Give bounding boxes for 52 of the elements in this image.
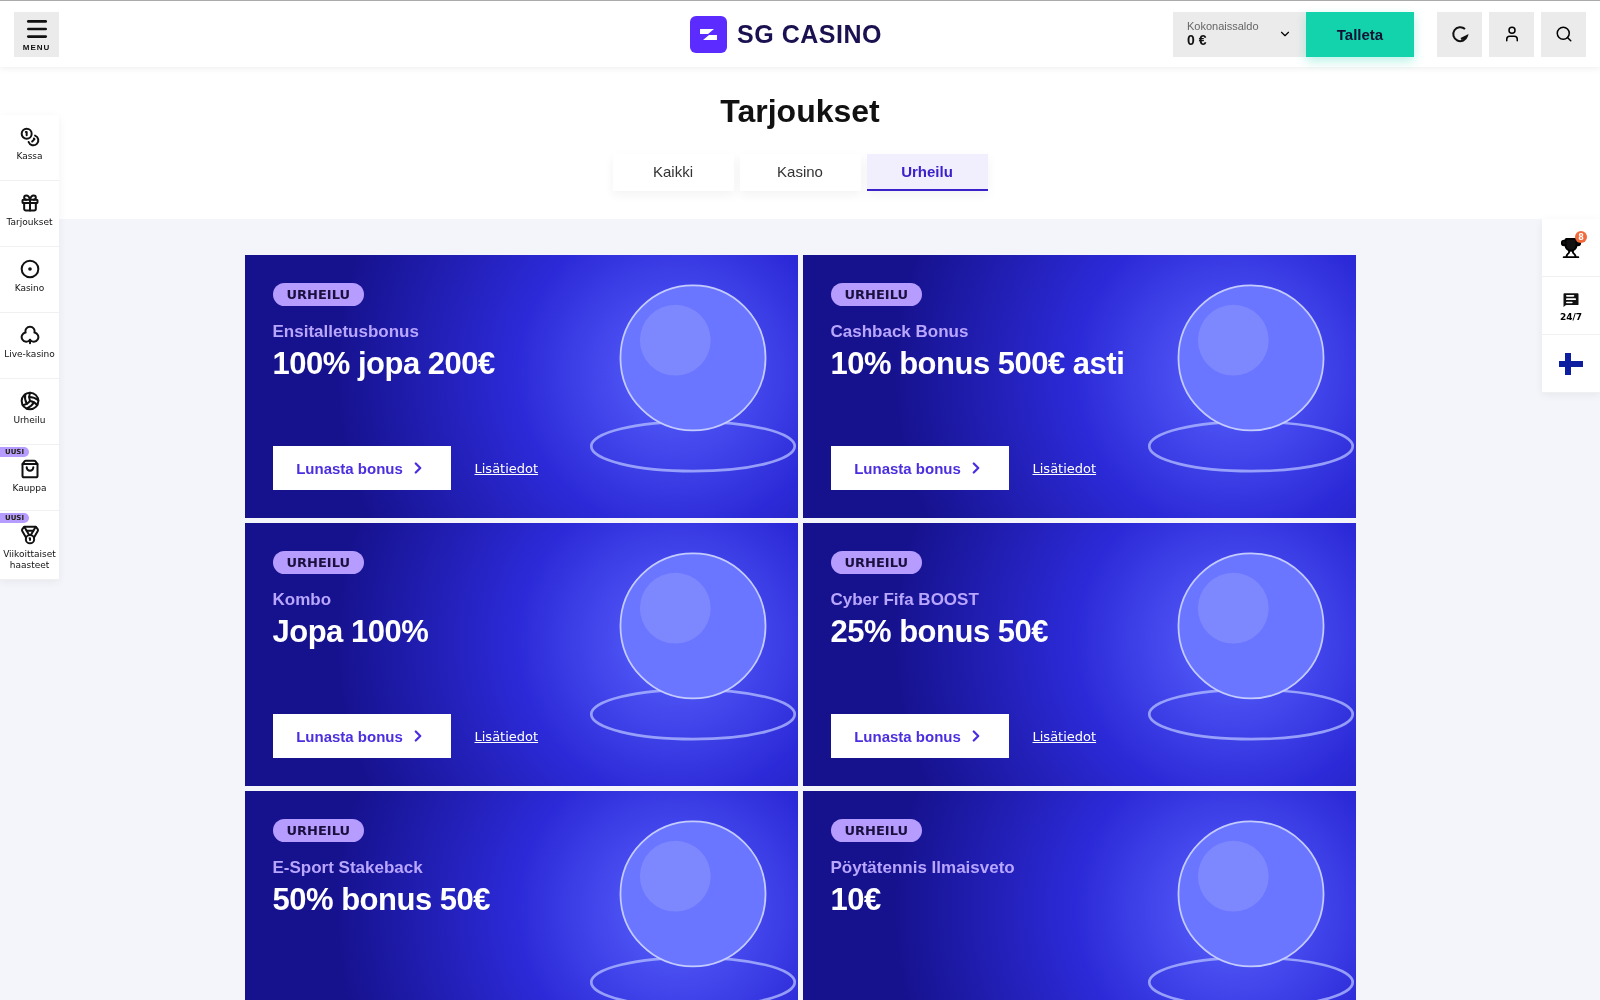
chat-label: 24/7 (1559, 311, 1583, 322)
offer-name: Kombo (272, 590, 333, 610)
search-icon (1554, 25, 1573, 43)
offer-headline: 50% bonus 50€ (272, 882, 491, 918)
claim-button[interactable]: Lunasta bonus (830, 446, 1009, 490)
page-title: Tarjoukset (720, 93, 880, 130)
account-button[interactable] (1489, 11, 1534, 57)
count-badge: 8 (1575, 231, 1587, 243)
logo-icon (690, 15, 728, 53)
offer-headline: 100% jopa 200€ (272, 346, 496, 382)
tab[interactable]: Kasino (739, 154, 861, 191)
circle-icon (19, 259, 40, 279)
offer-headline: 10€ (830, 882, 882, 918)
bag-icon (19, 459, 40, 480)
medal-icon (19, 525, 40, 546)
sidebar-item[interactable]: Live-kasino (0, 313, 59, 379)
offer-name: E-Sport Stakeback (272, 858, 424, 878)
details-link[interactable]: Lisätiedot (1032, 728, 1097, 744)
category-tag: URHEILU (272, 551, 365, 574)
sidebar-item[interactable]: Urheilu (0, 379, 59, 445)
tab[interactable]: Urheilu (866, 154, 988, 191)
claim-button[interactable]: Lunasta bonus (272, 714, 451, 758)
gift-icon (19, 193, 40, 213)
balance-dropdown[interactable]: Kokonaissaldo 0 € (1173, 11, 1306, 57)
category-tag: URHEILU (272, 819, 365, 842)
ball-icon (19, 391, 40, 411)
tab[interactable]: Kaikki (612, 154, 734, 191)
claim-button[interactable]: Lunasta bonus (272, 446, 451, 490)
menu-button[interactable]: MENU (14, 11, 59, 57)
flag-icon[interactable] (1559, 352, 1583, 375)
details-link[interactable]: Lisätiedot (474, 728, 539, 744)
category-tag: URHEILU (830, 819, 923, 842)
logo-text: SG CASINO (737, 19, 882, 49)
category-tag: URHEILU (830, 283, 923, 306)
swirl-icon (1450, 25, 1469, 43)
search-button[interactable] (1541, 11, 1586, 57)
offer-headline: 25% bonus 50€ (830, 614, 1049, 650)
offer-name: Pöytätennis Ilmaisveto (830, 858, 1016, 878)
offer-name: Cyber Fifa BOOST (830, 590, 980, 610)
details-link[interactable]: Lisätiedot (474, 460, 539, 476)
category-tag: URHEILU (830, 551, 923, 574)
offer-headline: Jopa 100% (272, 614, 430, 650)
offer-name: Cashback Bonus (830, 322, 970, 342)
category-tag: URHEILU (272, 283, 365, 306)
offer-name: Ensitalletusbonus (272, 322, 420, 342)
offer-headline: 10% bonus 500€ asti (830, 346, 1126, 382)
details-link[interactable]: Lisätiedot (1032, 460, 1097, 476)
deposit-button[interactable]: Talleta (1306, 11, 1414, 57)
swirl-icon-button[interactable] (1437, 11, 1482, 57)
claim-button[interactable]: Lunasta bonus (830, 714, 1009, 758)
coins-icon (19, 127, 40, 147)
sidebar-item[interactable]: Kasino (0, 247, 59, 313)
